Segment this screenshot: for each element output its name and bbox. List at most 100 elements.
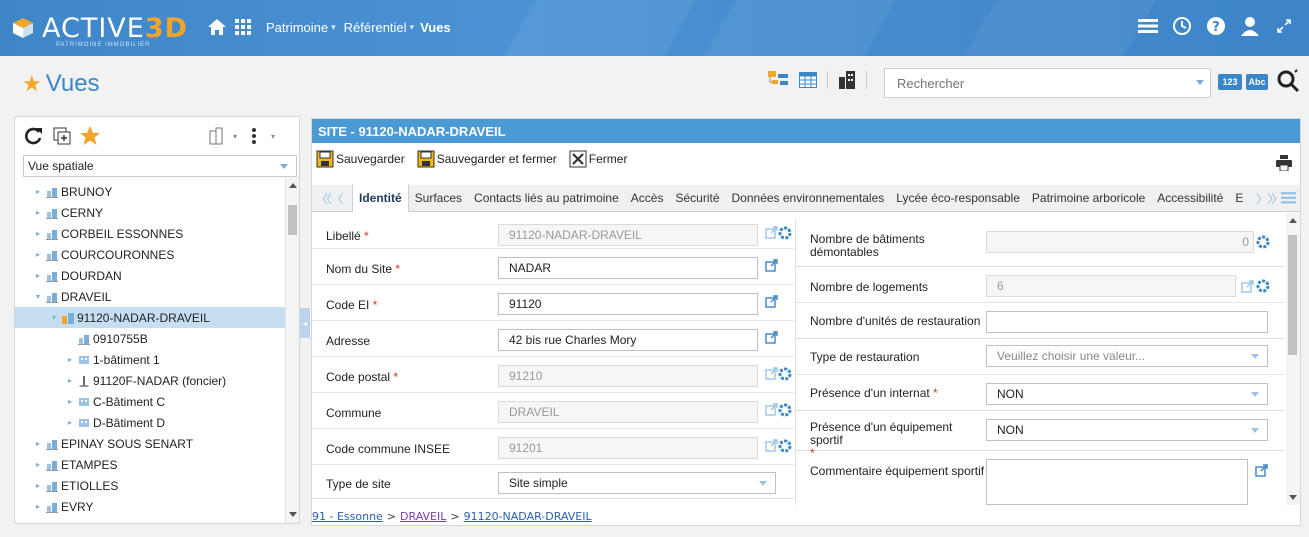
chevron-down-icon[interactable]: ▾ [233, 132, 237, 141]
collapsed-caret-icon[interactable]: ▸ [33, 271, 43, 280]
form-scrollbar[interactable] [1286, 213, 1300, 505]
tab-acces[interactable]: Accès [625, 185, 670, 212]
tree-node[interactable]: ▸ C-Bâtiment C [15, 391, 285, 412]
history-icon[interactable] [1171, 14, 1193, 38]
tree-node[interactable]: ▸ 1-bâtiment 1 [15, 349, 285, 370]
tree-node[interactable]: ▸ EPINAY SOUS SENART [15, 433, 285, 454]
tab-patrimoine-arboricole[interactable]: Patrimoine arboricole [1026, 185, 1151, 212]
collapsed-caret-icon[interactable]: ▸ [65, 376, 75, 385]
close-button[interactable]: Fermer [569, 150, 627, 168]
chevron-down-icon[interactable] [1251, 354, 1259, 359]
collapsed-caret-icon[interactable]: ▸ [33, 481, 43, 490]
tree-view-icon[interactable] [767, 69, 789, 91]
collapsed-caret-icon[interactable]: ▸ [65, 397, 75, 406]
tree-node[interactable]: ▾ 91120-NADAR-DRAVEIL [15, 307, 285, 328]
table-view-icon[interactable] [797, 69, 819, 91]
tree-node[interactable]: ▸ EVRY [15, 496, 285, 517]
refresh-icon[interactable] [23, 125, 45, 147]
tree-node[interactable]: ▸ D-Bâtiment D [15, 412, 285, 433]
list-menu-icon[interactable] [1137, 14, 1159, 38]
field-input[interactable]: Site simple [498, 472, 776, 494]
tree-node[interactable]: ▸ BRUNOY [15, 181, 285, 202]
tab-identite[interactable]: Identité [352, 184, 409, 212]
nav-patrimoine[interactable]: Patrimoine [266, 20, 328, 35]
expand-icon[interactable] [1273, 14, 1295, 38]
tab-lycee-eco-responsable[interactable]: Lycée éco-responsable [890, 185, 1026, 212]
search-icon[interactable] [1276, 69, 1300, 93]
user-icon[interactable] [1239, 14, 1261, 38]
external-link-icon[interactable] [764, 258, 778, 272]
numeric-search-button[interactable]: 123 [1218, 74, 1242, 90]
save-and-close-button[interactable]: Sauvegarder et fermer [417, 150, 557, 168]
external-link-icon[interactable] [1240, 279, 1254, 293]
tree-node[interactable]: ▾ DRAVEIL [15, 286, 285, 307]
collapsed-caret-icon[interactable]: ▸ [65, 418, 75, 427]
external-link-icon[interactable] [764, 225, 778, 239]
external-link-icon[interactable] [764, 330, 778, 344]
scroll-up-icon[interactable] [289, 183, 297, 188]
tree-node[interactable]: 0910755B [15, 328, 285, 349]
external-link-icon[interactable] [764, 402, 778, 416]
gear-icon[interactable] [778, 226, 792, 240]
gear-icon[interactable] [778, 403, 792, 417]
tab-donnees-environnementales[interactable]: Données environnementales [726, 185, 891, 212]
chevron-down-icon[interactable] [1251, 428, 1259, 433]
search-box[interactable] [884, 68, 1211, 98]
tab-more[interactable]: E [1229, 185, 1249, 212]
collapsed-caret-icon[interactable]: ▸ [33, 250, 43, 259]
field-input[interactable]: 42 bis rue Charles Mory [498, 329, 758, 351]
tab-accessibilite[interactable]: Accessibilité [1151, 185, 1229, 212]
expanded-caret-icon[interactable]: ▾ [33, 292, 43, 301]
scroll-down-icon[interactable] [289, 512, 297, 517]
scroll-thumb[interactable] [288, 205, 297, 235]
tab-contacts[interactable]: Contacts liés au patrimoine [468, 185, 625, 212]
tab-securite[interactable]: Sécurité [669, 185, 725, 212]
building-filter-icon[interactable] [205, 125, 227, 147]
collapsed-caret-icon[interactable]: ▸ [33, 229, 43, 238]
gear-icon[interactable] [1256, 235, 1270, 249]
breadcrumb-site[interactable]: 91120-NADAR-DRAVEIL [464, 510, 592, 523]
scroll-up-icon[interactable] [1289, 218, 1297, 223]
sportif-select[interactable]: NON [986, 419, 1268, 441]
chevron-down-icon[interactable] [1196, 80, 1204, 85]
tree-node[interactable]: ▸ CORBEIL ESSONNES [15, 223, 285, 244]
chevron-down-icon[interactable] [759, 481, 767, 486]
collapsed-caret-icon[interactable]: ▸ [33, 439, 43, 448]
app-logo[interactable]: ACTIVE3D PATRIMOINE IMMOBILIER [12, 6, 188, 50]
search-input[interactable] [897, 75, 1177, 91]
gear-icon[interactable] [778, 439, 792, 453]
tabs-scroll-left-icon[interactable]: 〈〈 〈 [312, 190, 352, 207]
printer-icon[interactable] [1276, 155, 1292, 171]
star-icon[interactable]: ★ [22, 71, 42, 97]
expanded-caret-icon[interactable]: ▾ [49, 313, 59, 322]
internat-select[interactable]: NON [986, 383, 1268, 405]
apps-grid-icon[interactable] [232, 16, 254, 38]
help-icon[interactable]: ? [1205, 14, 1227, 38]
commentaire-textarea[interactable] [986, 459, 1248, 505]
external-link-icon[interactable] [1254, 463, 1268, 477]
nav-referentiel[interactable]: Référentiel [344, 20, 407, 35]
chevron-down-icon[interactable]: ▾ [271, 132, 275, 141]
tree-node[interactable]: ▸ CERNY [15, 202, 285, 223]
scroll-down-icon[interactable] [1289, 495, 1297, 500]
external-link-icon[interactable] [764, 438, 778, 452]
collapsed-caret-icon[interactable]: ▸ [33, 502, 43, 511]
gear-icon[interactable] [778, 367, 792, 381]
building-view-icon[interactable] [836, 69, 858, 91]
tree-scrollbar[interactable] [285, 177, 299, 523]
field-input[interactable]: 91120 [498, 293, 758, 315]
nav-current-vues[interactable]: Vues [420, 20, 451, 35]
scroll-thumb[interactable] [1288, 235, 1297, 355]
collapsed-caret-icon[interactable]: ▸ [33, 460, 43, 469]
text-search-button[interactable]: Abc [1246, 74, 1268, 90]
restauration-input[interactable] [986, 311, 1268, 333]
save-button[interactable]: Sauvegarder [316, 150, 405, 168]
external-link-icon[interactable] [764, 366, 778, 380]
home-icon[interactable] [206, 16, 228, 38]
chevron-down-icon[interactable] [280, 164, 288, 169]
collapsed-caret-icon[interactable]: ▸ [65, 355, 75, 364]
expand-all-icon[interactable] [51, 125, 73, 147]
tree-node[interactable]: ▸ COURCOURONNES [15, 244, 285, 265]
tree-node[interactable]: ▸ DOURDAN [15, 265, 285, 286]
collapsed-caret-icon[interactable]: ▸ [33, 187, 43, 196]
